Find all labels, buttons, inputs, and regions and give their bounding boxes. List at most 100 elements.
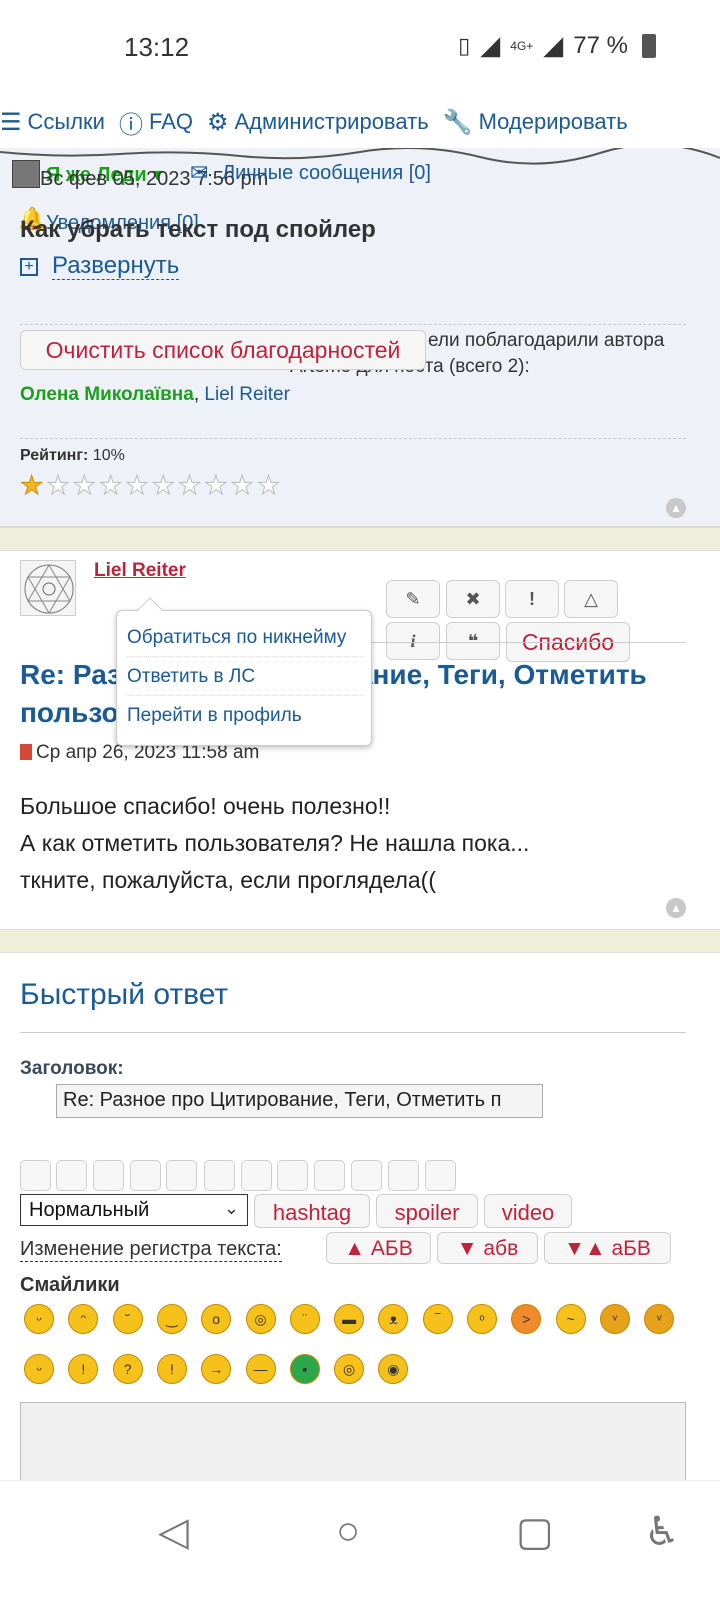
video-button[interactable]: video	[484, 1194, 572, 1228]
post-text-line: А как отметить пользователя? Не нашла по…	[20, 830, 530, 856]
thanker-link[interactable]: Liel Reiter	[204, 384, 290, 405]
message-textarea[interactable]	[20, 1402, 686, 1492]
status-time: 13:12	[124, 32, 190, 62]
smiley-icon[interactable]: —	[245, 1354, 276, 1384]
go-to-profile[interactable]: Перейти в профиль	[127, 697, 363, 735]
smiley-icon[interactable]: ˘	[112, 1304, 143, 1334]
bbcode-button[interactable]	[56, 1160, 87, 1191]
rating-label: Рейтинг:	[20, 447, 89, 464]
subject-label: Заголовок:	[20, 1058, 124, 1079]
rating-stars[interactable]: ★ ★ ★ ★ ★ ★ ★ ★ ★ ★	[19, 470, 280, 501]
star-icon[interactable]: ★	[46, 470, 70, 501]
post1-title[interactable]: Как убрать текст под спойлер	[20, 216, 376, 244]
accessibility-icon[interactable]: ♿	[644, 1509, 680, 1555]
private-messages-link[interactable]: Личные сообщения [0]	[222, 162, 431, 185]
nav-faq[interactable]: ⓘ FAQ	[119, 105, 193, 140]
smiley-icon[interactable]: ᵕ	[24, 1304, 54, 1334]
bbcode-button[interactable]	[20, 1160, 51, 1191]
nav-links[interactable]: ☰ Ссылки	[0, 108, 105, 137]
nav-moderate[interactable]: 🔧 Модерировать	[443, 108, 628, 137]
quote-icon: ❝	[467, 631, 479, 651]
forum-navbar: ☰ Ссылки ⓘ FAQ ⚙ Администрировать 🔧 Моде…	[0, 96, 720, 148]
recents-icon[interactable]: ▢	[516, 1509, 554, 1555]
warn-button[interactable]: △	[564, 580, 618, 618]
chevron-down-icon: ⌄	[223, 1198, 239, 1218]
author-avatar[interactable]	[20, 560, 76, 616]
lowercase-button[interactable]: ▼ абв	[437, 1232, 538, 1264]
info-icon: i	[410, 631, 416, 651]
status-icons: ▯ ◢ 4G+ ◢ 77 %	[458, 30, 628, 61]
smiley-icon[interactable]: ᵛ	[644, 1304, 675, 1334]
report-button[interactable]: !	[505, 580, 559, 618]
smiley-icon[interactable]: ᵒ	[467, 1304, 497, 1334]
vibrate-icon: ▯	[458, 32, 471, 58]
bbcode-button[interactable]	[241, 1160, 272, 1191]
star-icon[interactable]: ★	[98, 470, 122, 501]
uppercase-button[interactable]: ▲ АБВ	[326, 1232, 431, 1264]
battery-icon	[642, 34, 656, 58]
font-size-select[interactable]: Нормальный ⌄	[20, 1194, 248, 1226]
smiley-icon[interactable]: ‿	[156, 1304, 187, 1334]
user-avatar-small[interactable]	[12, 160, 40, 188]
mention-by-nickname[interactable]: Обратиться по никнейму	[127, 619, 363, 657]
star-icon[interactable]: ★	[125, 470, 149, 501]
back-icon[interactable]: ◁	[158, 1509, 189, 1555]
thanker-separator: ,	[193, 384, 205, 405]
smiley-icon[interactable]: ᵕ	[24, 1354, 54, 1384]
bbcode-button[interactable]	[130, 1160, 161, 1191]
bbcode-button[interactable]	[166, 1160, 197, 1191]
smiley-icon[interactable]: o	[201, 1304, 232, 1334]
exclamation-icon: !	[529, 589, 535, 609]
star-icon[interactable]: ★	[230, 470, 254, 501]
quote-button[interactable]: ❝	[446, 622, 500, 660]
quick-reply-title: Быстрый ответ	[20, 978, 229, 1011]
post2-body: Большое спасибо! очень полезно!! А как о…	[20, 788, 700, 899]
delete-button[interactable]: ✖	[446, 580, 500, 618]
star-icon[interactable]: ★	[256, 470, 280, 501]
star-icon[interactable]: ★	[151, 470, 175, 501]
nav-admin[interactable]: ⚙ Администрировать	[207, 108, 429, 137]
back-to-top-icon[interactable]: ▲	[666, 498, 686, 518]
thanks-list: Олена Миколаївна, Liel Reiter	[20, 384, 290, 406]
smiley-icon[interactable]: ‾	[422, 1304, 453, 1334]
subject-input[interactable]: Re: Разное про Цитирование, Теги, Отмети…	[56, 1084, 543, 1118]
spoiler-expand[interactable]: + Развернуть	[20, 252, 180, 280]
case-change-label[interactable]: Изменение регистра текста:	[20, 1238, 282, 1262]
back-to-top-icon[interactable]: ▲	[666, 898, 686, 918]
edit-button[interactable]: ✎	[386, 580, 440, 618]
bbcode-button[interactable]	[388, 1160, 419, 1191]
smiley-icon[interactable]: ~	[555, 1304, 586, 1334]
smiley-icon[interactable]: !	[156, 1354, 187, 1384]
signal-icon-2: ◢	[543, 30, 564, 60]
smiley-icon[interactable]: ?	[112, 1354, 143, 1384]
smiley-icon[interactable]: ◎	[334, 1354, 365, 1384]
star-icon[interactable]: ★	[72, 470, 96, 501]
spoiler-button[interactable]: spoiler	[376, 1194, 478, 1228]
info-button[interactable]: i	[386, 622, 440, 660]
smiley-icon[interactable]: ◎	[245, 1304, 276, 1334]
bbcode-button[interactable]	[204, 1160, 235, 1191]
clear-thanks-button[interactable]: Очистить список благодарностей	[20, 330, 426, 370]
smiley-icon[interactable]: ¨	[289, 1304, 320, 1334]
mixedcase-button[interactable]: ▼▲ аБВ	[544, 1232, 671, 1264]
smiley-icon[interactable]: ▬	[334, 1304, 365, 1334]
star-icon[interactable]: ★	[19, 470, 43, 501]
bbcode-button[interactable]	[425, 1160, 456, 1191]
smiley-icon[interactable]: ᵛ	[599, 1304, 630, 1334]
battery-level: 77 %	[573, 31, 628, 59]
smiley-icon[interactable]: ▪	[289, 1354, 320, 1384]
smiley-icon[interactable]: →	[201, 1354, 232, 1384]
reply-in-pm[interactable]: Ответить в ЛС	[127, 658, 363, 696]
bbcode-button[interactable]	[351, 1160, 382, 1191]
bbcode-button[interactable]	[93, 1160, 124, 1191]
star-icon[interactable]: ★	[204, 470, 228, 501]
divider	[20, 1032, 686, 1033]
bbcode-button[interactable]	[277, 1160, 308, 1191]
home-icon[interactable]: ○	[336, 1509, 360, 1554]
post-author[interactable]: Liel Reiter	[94, 560, 186, 582]
star-icon[interactable]: ★	[177, 470, 201, 501]
expand-label: Развернуть	[52, 252, 180, 280]
bbcode-button[interactable]	[314, 1160, 345, 1191]
thanker-link[interactable]: Олена Миколаївна	[20, 384, 194, 405]
hashtag-button[interactable]: hashtag	[254, 1194, 370, 1228]
